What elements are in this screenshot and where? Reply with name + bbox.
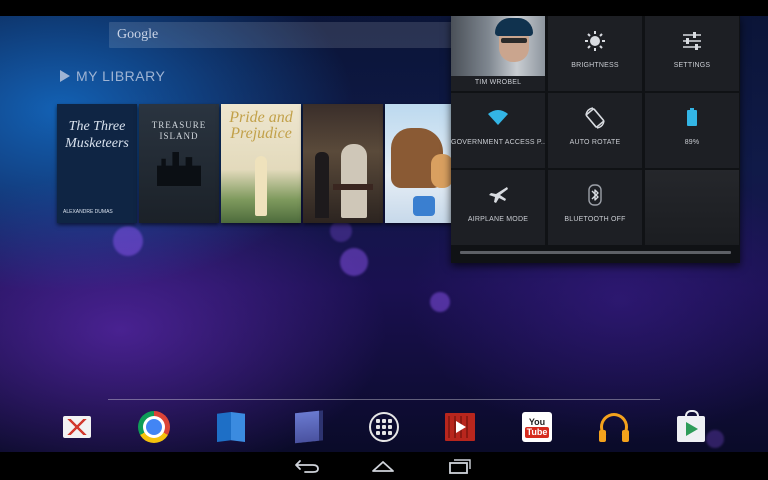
qs-brightness-tile[interactable]: BRIGHTNESS bbox=[548, 16, 642, 91]
play-music-icon[interactable] bbox=[597, 410, 631, 444]
figure-illustration bbox=[315, 152, 329, 218]
qs-bluetooth-label: BLUETOOTH OFF bbox=[564, 216, 626, 223]
battery-shape bbox=[687, 108, 697, 126]
quick-settings-scrollbar[interactable] bbox=[460, 251, 731, 254]
qs-wifi-label: GOVERNMENT ACCESS P... bbox=[451, 139, 545, 146]
book-title: Pride and Prejudice bbox=[229, 109, 293, 142]
book-author: ALEXANDRE DUMAS bbox=[63, 209, 113, 215]
chrome-icon[interactable] bbox=[137, 410, 171, 444]
bokeh-light bbox=[330, 220, 352, 242]
qs-battery-tile[interactable]: 89% bbox=[645, 93, 739, 168]
chrome-logo bbox=[138, 411, 170, 443]
book-title: The Three Musketeers bbox=[65, 119, 129, 151]
qs-airplane-label: AIRPLANE MODE bbox=[467, 216, 529, 223]
avatar-shadow bbox=[501, 38, 527, 43]
navigation-bar bbox=[0, 452, 768, 480]
auto-rotate-icon bbox=[585, 107, 605, 129]
qs-airplane-tile[interactable]: AIRPLANE MODE bbox=[451, 170, 545, 245]
qs-battery-label: 89% bbox=[684, 139, 700, 146]
figure-illustration bbox=[255, 156, 267, 216]
book-title: TREASURE ISLAND bbox=[151, 120, 207, 141]
qs-wifi-tile[interactable]: GOVERNMENT ACCESS P... bbox=[451, 93, 545, 168]
book-shape bbox=[217, 412, 245, 442]
castle-illustration bbox=[157, 152, 201, 186]
youtube-tube-text: Tube bbox=[524, 426, 550, 438]
avatar bbox=[451, 16, 545, 76]
shopping-bag-shape bbox=[677, 410, 705, 442]
book-cover[interactable] bbox=[303, 104, 383, 223]
dock-divider bbox=[108, 399, 660, 400]
qs-settings-tile[interactable]: SETTINGS bbox=[645, 16, 739, 91]
cover-label bbox=[333, 184, 373, 190]
library-title: MY LIBRARY bbox=[76, 68, 166, 84]
youtube-icon[interactable]: You Tube bbox=[520, 410, 554, 444]
qs-user-tile[interactable]: TIM WROBEL bbox=[451, 16, 545, 91]
settings-sliders-icon bbox=[683, 32, 701, 50]
battery-icon bbox=[681, 107, 703, 129]
magazine-shape bbox=[295, 410, 319, 444]
book-cover[interactable]: The Three Musketeers ALEXANDRE DUMAS bbox=[57, 104, 137, 223]
search-label: Google bbox=[117, 27, 159, 42]
book-cover[interactable]: TREASURE ISLAND bbox=[139, 104, 219, 223]
character-illustration bbox=[431, 154, 453, 188]
bokeh-light bbox=[113, 226, 143, 256]
envelope-shape bbox=[63, 416, 91, 438]
qs-settings-label: SETTINGS bbox=[673, 62, 711, 69]
cover-logo bbox=[413, 196, 435, 216]
library-widget-header[interactable]: MY LIBRARY bbox=[60, 68, 165, 84]
recent-apps-icon[interactable] bbox=[446, 458, 474, 474]
wifi-icon bbox=[488, 110, 508, 125]
status-bar bbox=[0, 0, 768, 16]
play-movies-icon[interactable] bbox=[443, 410, 477, 444]
gmail-icon[interactable] bbox=[60, 410, 94, 444]
bluetooth-icon bbox=[588, 184, 602, 206]
headphones-shape bbox=[599, 413, 629, 442]
play-magazines-icon[interactable] bbox=[290, 410, 324, 444]
play-books-icon[interactable] bbox=[214, 410, 248, 444]
app-drawer-circle bbox=[369, 412, 399, 442]
bokeh-light bbox=[340, 248, 368, 276]
app-dock: You Tube bbox=[0, 404, 768, 452]
youtube-logo: You Tube bbox=[522, 412, 552, 442]
quick-settings-panel: TIM WROBEL BRIGHTNESS SETTINGS GOVERNMEN… bbox=[451, 16, 740, 263]
home-icon[interactable] bbox=[369, 458, 397, 474]
qs-auto-rotate-tile[interactable]: AUTO ROTATE bbox=[548, 93, 642, 168]
background-peek bbox=[645, 170, 739, 245]
qs-auto-rotate-label: AUTO ROTATE bbox=[569, 139, 621, 146]
all-apps-icon[interactable] bbox=[367, 410, 401, 444]
film-shape bbox=[445, 413, 475, 441]
google-search-bar[interactable]: Google bbox=[109, 22, 454, 48]
qs-user-label: TIM WROBEL bbox=[474, 79, 522, 86]
qs-empty-tile bbox=[645, 170, 739, 245]
qs-bluetooth-tile[interactable]: BLUETOOTH OFF bbox=[548, 170, 642, 245]
bokeh-light bbox=[430, 292, 450, 312]
play-icon bbox=[60, 70, 70, 82]
youtube-you-text: You bbox=[528, 416, 546, 427]
play-store-icon[interactable] bbox=[674, 410, 708, 444]
airplane-icon bbox=[489, 187, 508, 203]
book-cover[interactable]: Pride and Prejudice bbox=[221, 104, 301, 223]
back-icon[interactable] bbox=[293, 458, 321, 474]
brightness-icon bbox=[585, 31, 605, 51]
figure-illustration bbox=[341, 144, 367, 218]
qs-brightness-label: BRIGHTNESS bbox=[571, 62, 619, 69]
avatar-hat bbox=[495, 18, 533, 36]
